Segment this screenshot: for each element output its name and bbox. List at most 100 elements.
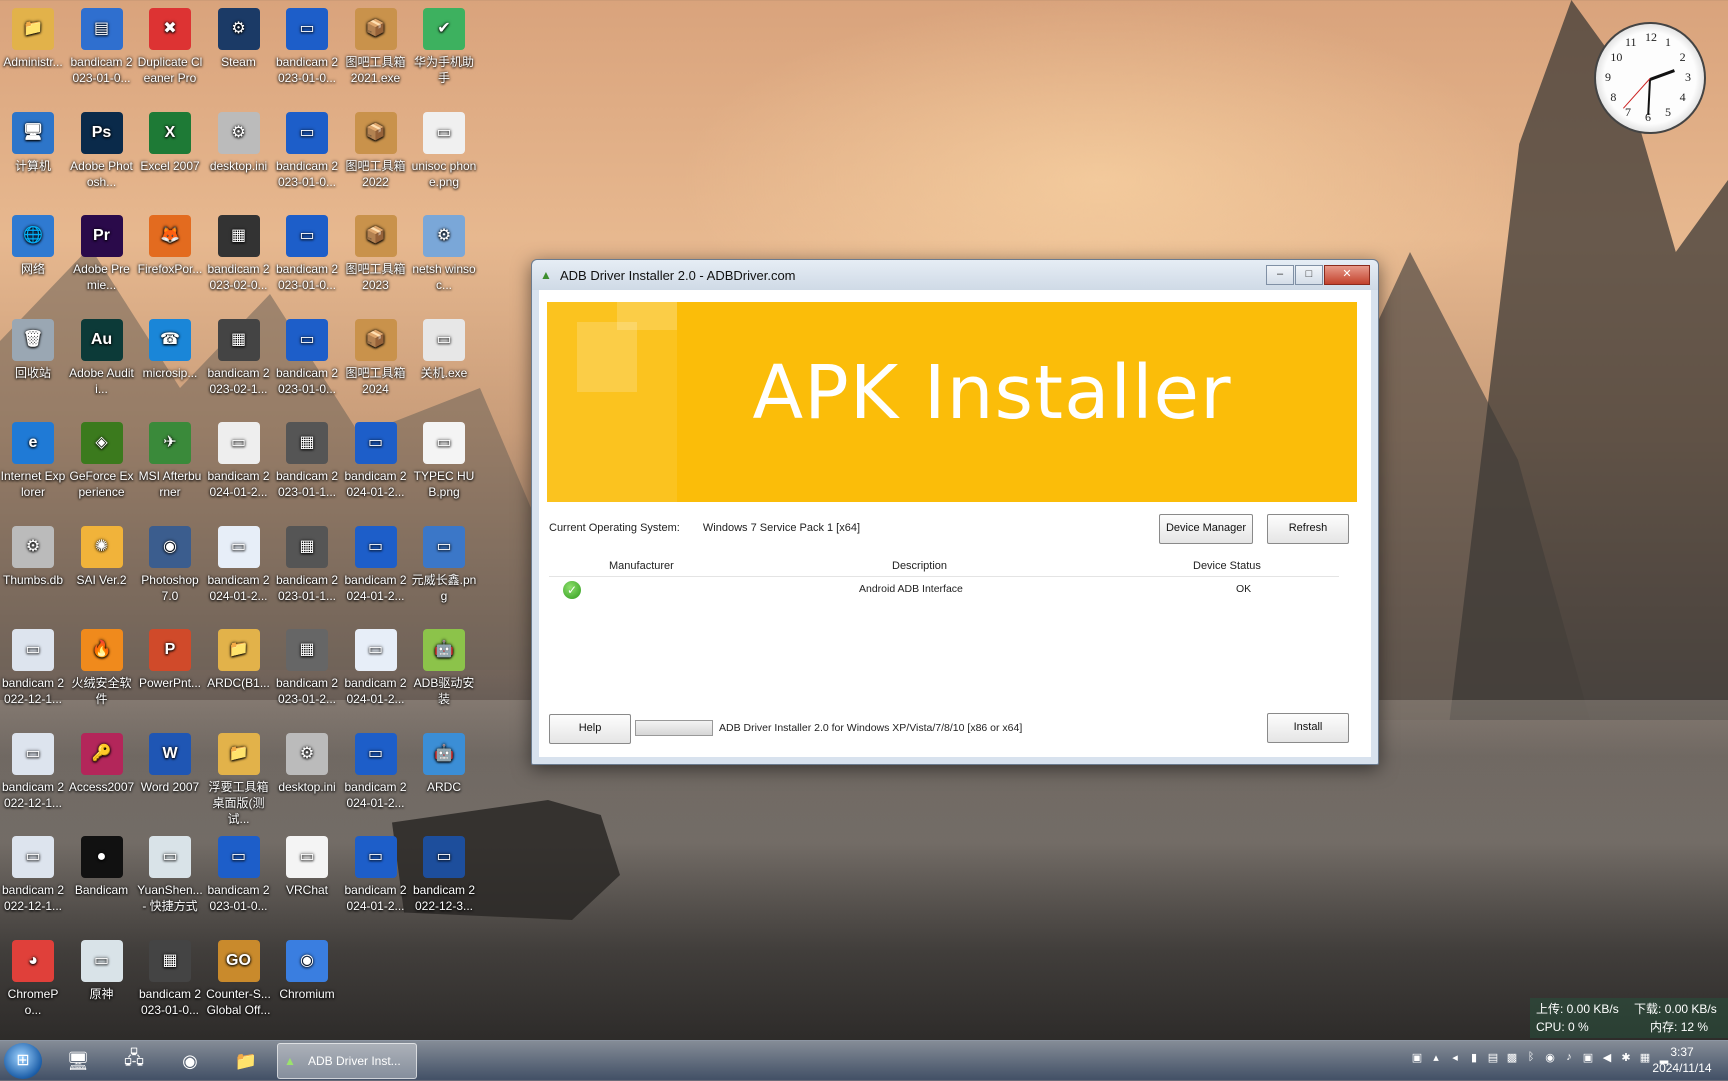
desktop-icon[interactable]: ⚙ desktop.ini (206, 104, 272, 174)
device-manager-button[interactable]: Device Manager (1159, 514, 1253, 544)
desktop-icon[interactable]: 🤖 ARDC (411, 725, 477, 795)
desktop-icon[interactable]: 📦 图吧工具箱 2023 (343, 207, 409, 293)
desktop-icon[interactable]: X Excel 2007 (137, 104, 203, 174)
desktop-icon[interactable]: e Internet Explorer (0, 414, 66, 500)
tray-icon[interactable]: ▣ (1410, 1051, 1424, 1071)
desktop-icon[interactable]: ▭ TYPEC HUB.png (411, 414, 477, 500)
desktop-icon[interactable]: ◕ ChromePo... (0, 932, 66, 1018)
desktop-icon[interactable]: Ps Adobe Photosh... (69, 104, 135, 190)
taskbar-item-adb-installer[interactable]: ▲ ADB Driver Inst... (277, 1043, 417, 1079)
minimize-button[interactable]: – (1266, 265, 1294, 285)
tray-icon[interactable]: ♪ (1562, 1051, 1576, 1071)
desktop-icon[interactable]: ◉ Photoshop 7.0 (137, 518, 203, 604)
desktop-icon[interactable]: ⚙ Steam (206, 0, 272, 70)
desktop-icon[interactable]: ▭ bandicam 2024-01-2... (206, 414, 272, 500)
desktop-icon[interactable]: W Word 2007 (137, 725, 203, 795)
desktop-icon[interactable]: ⚙ Thumbs.db (0, 518, 66, 588)
volume-icon[interactable]: ◀ (1600, 1051, 1614, 1071)
desktop-icon[interactable]: 🗑 回收站 (0, 311, 66, 381)
desktop-icon[interactable]: 📦 图吧工具箱 2021.exe (343, 0, 409, 86)
desktop-icon[interactable]: P PowerPnt... (137, 621, 203, 691)
desktop-icon[interactable]: ⚙ netsh winsoc... (411, 207, 477, 293)
desktop-icon[interactable]: ▭ bandicam 2023-01-0... (274, 104, 340, 190)
install-button[interactable]: Install (1267, 713, 1349, 743)
tray-icon[interactable]: ▣ (1581, 1051, 1595, 1071)
desktop-icon[interactable]: ✺ SAI Ver.2 (69, 518, 135, 588)
desktop-icon[interactable]: ✔ 华为手机助手 (411, 0, 477, 86)
tray-icon[interactable]: ◂ (1448, 1051, 1462, 1071)
column-description[interactable]: Description (892, 560, 947, 572)
desktop-icon[interactable]: Pr Adobe Premie... (69, 207, 135, 293)
desktop-icon[interactable]: ▭ bandicam 2023-01-0... (274, 0, 340, 86)
desktop-icon[interactable]: ☎ microsip... (137, 311, 203, 381)
desktop-icon[interactable]: ▦ bandicam 2023-01-2... (274, 621, 340, 707)
desktop-icon[interactable]: ▭ bandicam 2024-01-2... (206, 518, 272, 604)
computer-icon[interactable]: 🖥 (52, 1044, 104, 1078)
desktop-icon[interactable]: 📦 图吧工具箱 2024 (343, 311, 409, 397)
chromium-icon[interactable]: ◉ (164, 1044, 216, 1078)
tray-icon[interactable]: ▩ (1505, 1051, 1519, 1071)
desktop-icon[interactable]: ▭ bandicam 2022-12-1... (0, 828, 66, 914)
desktop-icon[interactable]: 🔑 Access2007 (69, 725, 135, 795)
desktop-icon[interactable]: ▭ bandicam 2023-01-0... (274, 311, 340, 397)
tray-icon[interactable]: ◉ (1543, 1051, 1557, 1071)
desktop-icon[interactable]: ▭ 元威长鑫.png (411, 518, 477, 604)
desktop-icon[interactable]: 📁 Administr... (0, 0, 66, 70)
tray-icon[interactable]: ✱ (1619, 1051, 1633, 1071)
desktop-icon[interactable]: GO Counter-S... Global Off... (206, 932, 272, 1018)
tray-icon[interactable]: ▴ (1429, 1051, 1443, 1071)
desktop-icon[interactable]: 📦 图吧工具箱 2022 (343, 104, 409, 190)
close-button[interactable]: ✕ (1324, 265, 1370, 285)
maximize-button[interactable]: □ (1295, 265, 1323, 285)
desktop-icon[interactable]: ▭ bandicam 2024-01-2... (343, 414, 409, 500)
taskbar-clock[interactable]: 3:37 2024/11/14 (1640, 1044, 1724, 1076)
desktop-icon[interactable]: ◈ GeForce Experience (69, 414, 135, 500)
window-titlebar[interactable]: ▲ ADB Driver Installer 2.0 - ADBDriver.c… (532, 260, 1378, 290)
desktop-icon[interactable]: ▭ bandicam 2024-01-2... (343, 518, 409, 604)
desktop-icon[interactable]: ▭ unisoc phone.png (411, 104, 477, 190)
desktop-icon[interactable]: 🤖 ADB驱动安装 (411, 621, 477, 707)
desktop-icon[interactable]: ▦ bandicam 2023-01-1... (274, 414, 340, 500)
column-device-status[interactable]: Device Status (1193, 560, 1261, 572)
desktop-icon[interactable]: ▭ bandicam 2024-01-2... (343, 725, 409, 811)
network-monitor[interactable]: 上传: 0.00 KB/s 下载: 0.00 KB/s CPU: 0 % 内存:… (1530, 998, 1728, 1038)
desktop-icon[interactable]: ▤ bandicam 2023-01-0... (69, 0, 135, 86)
network-app-icon[interactable]: 🖧 (108, 1044, 160, 1078)
desktop-icon[interactable]: 🖥 计算机 (0, 104, 66, 174)
desktop-icon[interactable]: ▭ 原神 (69, 932, 135, 1002)
bluetooth-icon[interactable]: ᛒ (1524, 1051, 1538, 1071)
desktop-icon[interactable]: 🌐 网络 (0, 207, 66, 277)
tray-icon[interactable]: ▤ (1486, 1051, 1500, 1071)
start-button[interactable]: ⊞ (4, 1043, 42, 1079)
tray-icon[interactable]: ▮ (1467, 1051, 1481, 1071)
desktop-icon[interactable]: ▦ bandicam 2023-01-1... (274, 518, 340, 604)
desktop-icon[interactable]: 🔥 火绒安全软件 (69, 621, 135, 707)
desktop-icon[interactable]: ▭ bandicam 2023-01-0... (206, 828, 272, 914)
desktop-icon[interactable]: ▭ bandicam 2022-12-1... (0, 725, 66, 811)
help-button[interactable]: Help (549, 714, 631, 744)
desktop-icon[interactable]: ▭ bandicam 2022-12-3... (411, 828, 477, 914)
table-row[interactable]: ✓ Android ADB Interface OK (549, 579, 1339, 601)
desktop-icon[interactable]: ▭ bandicam 2024-01-2... (343, 621, 409, 707)
desktop-icon[interactable]: 🦊 FirefoxPor... (137, 207, 203, 277)
desktop-icon[interactable]: ▭ bandicam 2024-01-2... (343, 828, 409, 914)
explorer-icon[interactable]: 📁 (220, 1044, 272, 1078)
desktop-icon[interactable]: 📁 浮要工具箱桌面版(测试... (206, 725, 272, 827)
desktop-icon[interactable]: ✖ Duplicate Cleaner Pro (137, 0, 203, 86)
column-manufacturer[interactable]: Manufacturer (609, 560, 674, 572)
desktop-icon[interactable]: ▭ YuanShen... - 快捷方式 (137, 828, 203, 914)
desktop-icon[interactable]: ⚙ desktop.ini (274, 725, 340, 795)
desktop-icon[interactable]: ▭ VRChat (274, 828, 340, 898)
clock-gadget[interactable]: 12 1 2 3 4 5 6 7 8 9 10 11 (1594, 22, 1706, 134)
desktop-icon[interactable]: ● Bandicam (69, 828, 135, 898)
desktop-icon[interactable]: Au Adobe Auditi... (69, 311, 135, 397)
desktop-icon[interactable]: ▭ bandicam 2022-12-1... (0, 621, 66, 707)
desktop-icon[interactable]: ▭ 关机.exe (411, 311, 477, 381)
desktop-icon[interactable]: ▦ bandicam 2023-01-0... (137, 932, 203, 1018)
desktop-icon[interactable]: ◉ Chromium (274, 932, 340, 1002)
desktop-icon[interactable]: ▦ bandicam 2023-02-0... (206, 207, 272, 293)
desktop-icon[interactable]: ▦ bandicam 2023-02-1... (206, 311, 272, 397)
desktop-icon[interactable]: 📁 ARDC(B1... (206, 621, 272, 691)
desktop-icon[interactable]: ✈ MSI Afterburner (137, 414, 203, 500)
desktop-icon[interactable]: ▭ bandicam 2023-01-0... (274, 207, 340, 293)
